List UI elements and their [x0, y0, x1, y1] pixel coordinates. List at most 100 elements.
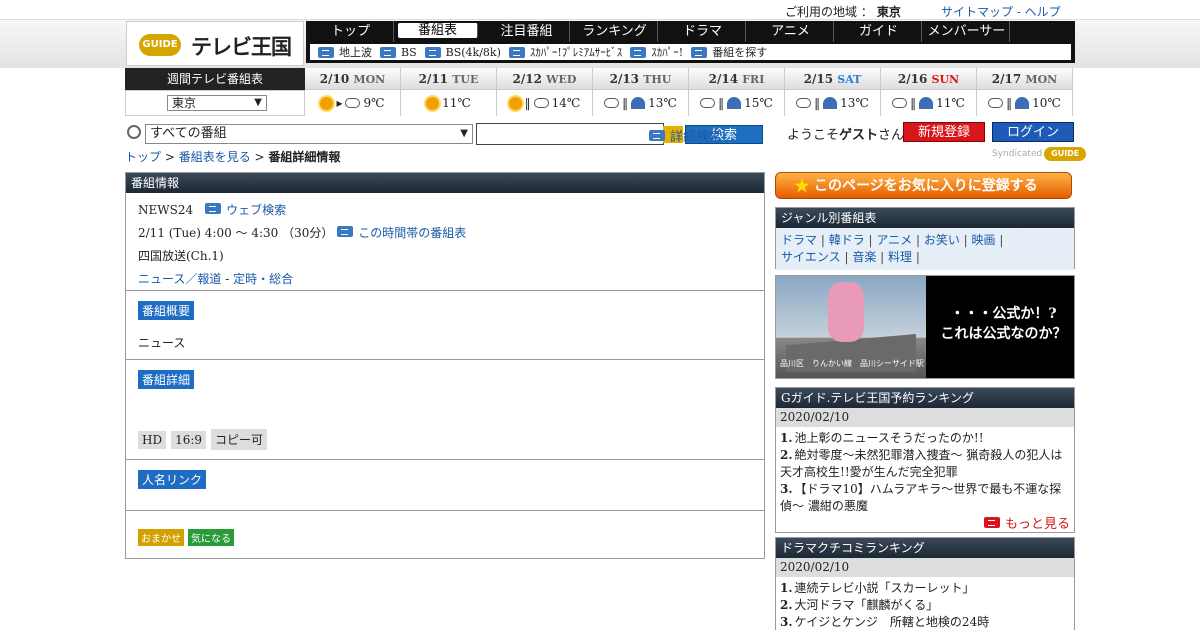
day-header: 2/13 THU — [593, 68, 688, 90]
breadcrumb-schedule[interactable]: 番組表を見る — [179, 150, 251, 164]
ranking-item[interactable]: 1. 池上彰のニュースそうだったのか!! — [780, 430, 1070, 447]
subnav-item[interactable]: 地上波 — [318, 44, 372, 60]
advanced-search-link[interactable]: 詳細検索 — [649, 126, 722, 145]
tab-1[interactable]: 番組表 — [398, 23, 478, 38]
day-column[interactable]: 2/14 FRI ‖ 15℃ — [689, 68, 785, 116]
web-search-link[interactable]: ウェブ検索 — [205, 203, 286, 217]
welcome-suffix: さん — [878, 128, 905, 143]
subnav-item[interactable]: ｽｶﾊﾟｰ!ﾌﾟﾚﾐｱﾑｻｰﾋﾞｽ — [508, 44, 622, 60]
day-column[interactable]: 2/17 MON ‖ 10℃ — [977, 68, 1073, 116]
genre-list: ドラマ | 韓ドラ | アニメ | お笑い | 映画 | サイエンス | 音楽 … — [776, 228, 1074, 270]
subnav-item[interactable]: ｽｶﾊﾟｰ! — [630, 44, 683, 60]
region-select[interactable]: 東京 ▼ — [167, 95, 267, 111]
subnav-item[interactable]: BS — [380, 46, 417, 59]
arrow-icon — [630, 46, 647, 58]
ad-caption: 品川区 りんかい線 品川シーサイド駅 — [780, 359, 924, 368]
genre-link[interactable]: お笑い — [924, 233, 960, 247]
weather-sep: ‖ — [910, 96, 917, 110]
day-column[interactable]: 2/15 SAT ‖ 13℃ — [785, 68, 881, 116]
sun-icon — [320, 96, 334, 110]
day-date: 2/17 — [991, 72, 1022, 86]
genre-link-news[interactable]: ニュース／報道 — [138, 272, 221, 286]
panel-title: 番組情報 — [126, 173, 764, 193]
temperature: 14℃ — [551, 96, 581, 110]
tab-0[interactable]: トップ — [308, 21, 394, 42]
temperature: 11℃ — [442, 96, 471, 110]
tab-5[interactable]: アニメ — [748, 21, 834, 42]
subnav-item[interactable]: 番組を探す — [691, 44, 767, 60]
timeslot-link[interactable]: この時間帯の番組表 — [337, 226, 466, 240]
day-header: 2/10 MON — [305, 68, 400, 90]
favorite-button[interactable]: このページをお気に入りに登録する — [775, 172, 1072, 199]
dropdown-arrow-icon: ▼ — [254, 97, 262, 108]
genre-link[interactable]: アニメ — [876, 233, 912, 247]
temperature: 15℃ — [744, 96, 773, 110]
arrow-icon — [337, 226, 354, 237]
search-input[interactable] — [476, 123, 664, 145]
omakase-button[interactable]: おまかせ — [138, 529, 184, 546]
ranking-item[interactable]: 3. 【ドラマ10】ハムラアキラ〜世界で最も不運な探偵〜 濃紺の悪魔 — [780, 481, 1070, 515]
program-name: NEWS24 — [138, 203, 194, 217]
umbrella-icon — [631, 97, 646, 109]
genre-link-general[interactable]: 定時・総合 — [233, 272, 293, 286]
breadcrumb-top[interactable]: トップ — [125, 150, 161, 164]
rank-title: 連続テレビ小説「スカーレット」 — [794, 581, 975, 595]
temperature: 10℃ — [1032, 96, 1061, 110]
ranking-date: 2020/02/10 — [776, 558, 1074, 577]
ranking-list: 1. 池上彰のニュースそうだったのか!! 2. 絶対零度〜未然犯罪潜入捜査〜 猟奇殺人… — [776, 427, 1074, 518]
more-link[interactable]: もっと見る — [983, 513, 1070, 532]
subnav-item[interactable]: BS(4k/8k) — [424, 46, 501, 59]
day-date: 2/12 — [512, 72, 542, 86]
weather-sep: ‖ — [718, 96, 725, 110]
genre-link[interactable]: ドラマ — [781, 233, 817, 247]
ranking-item[interactable]: 2. 絶対零度〜未然犯罪潜入捜査〜 猟奇殺人の犯人は天才高校生!!愛が生んだ完全犯… — [780, 447, 1070, 481]
rank-number: 3. — [780, 482, 793, 496]
weekly-strip: 週間テレビ番組表 東京 ▼ 2/10 MON ▸ 9℃ 2/11 TUE 11℃ 2/12 … — [125, 68, 1075, 116]
genre-link[interactable]: 音楽 — [852, 250, 876, 264]
day-column[interactable]: 2/16 SUN ‖ 11℃ — [881, 68, 977, 116]
ranking-title: ドラマクチコミランキング — [776, 538, 1074, 558]
tab-4[interactable]: ドラマ — [660, 21, 746, 42]
category-select[interactable]: すべての番組 ▼ — [145, 124, 473, 144]
reservation-ranking: Gガイド.テレビ王国予約ランキング 2020/02/10 1. 池上彰のニュースそ… — [775, 387, 1075, 533]
day-column[interactable]: 2/13 THU ‖ 13℃ — [593, 68, 689, 116]
day-of-week: THU — [643, 73, 672, 86]
syndicated-logo: Syndicated GUIDE — [992, 147, 1087, 161]
weekly-label[interactable]: 週間テレビ番組表 — [125, 68, 305, 90]
umbrella-icon — [727, 97, 742, 109]
ranking-item[interactable]: 3. ケイジとケンジ 所轄と地検の24時 — [780, 614, 1070, 630]
cloud-icon — [892, 98, 908, 108]
more-label: もっと見る — [1004, 517, 1070, 532]
sitemap-help-links[interactable]: サイトマップ - ヘルプ — [941, 3, 1061, 20]
day-column[interactable]: 2/11 TUE 11℃ — [401, 68, 497, 116]
tab-2[interactable]: 注目番組 — [484, 21, 570, 42]
ad-banner[interactable]: 品川区 りんかい線 品川シーサイド駅 ・・・公式か！? これは公式なのか？ — [775, 275, 1075, 379]
login-button[interactable]: ログイン — [992, 122, 1074, 142]
day-weather: ‖ 14℃ — [497, 90, 592, 116]
ranking-item[interactable]: 1. 連続テレビ小説「スカーレット」 — [780, 580, 1070, 597]
ranking-item[interactable]: 2. 大河ドラマ「麒麟がくる」 — [780, 597, 1070, 614]
welcome-name: ゲスト — [839, 128, 879, 143]
region-box: 東京 ▼ — [125, 90, 305, 116]
genre-link[interactable]: 料理 — [888, 250, 912, 264]
subnav-label: 番組を探す — [712, 46, 768, 59]
site-logo[interactable]: GUIDE テレビ王国 — [126, 21, 304, 66]
tab-6[interactable]: ガイド — [836, 21, 922, 42]
rank-number: 2. — [780, 448, 793, 462]
register-button[interactable]: 新規登録 — [903, 122, 985, 142]
day-column[interactable]: 2/10 MON ▸ 9℃ — [305, 68, 401, 116]
genre-link[interactable]: 映画 — [972, 233, 996, 247]
ad-line-1: ・・・公式か！? — [950, 306, 1057, 322]
welcome-text: ようこそゲストさん — [787, 124, 904, 143]
day-weather: ‖ 15℃ — [689, 90, 784, 116]
subnav-label: BS — [401, 45, 417, 59]
tab-3[interactable]: ランキング — [572, 21, 658, 42]
genre-link[interactable]: 韓ドラ — [829, 233, 865, 247]
day-date: 2/10 — [319, 72, 350, 86]
genre-link[interactable]: サイエンス — [781, 250, 841, 264]
tab-7[interactable]: メンバーサービス — [924, 21, 1010, 60]
day-column[interactable]: 2/12 WED ‖ 14℃ — [497, 68, 593, 116]
people-link-label: 人名リンク — [138, 470, 207, 489]
rank-number: 3. — [780, 615, 793, 629]
kininaru-button[interactable]: 気になる — [188, 529, 234, 546]
